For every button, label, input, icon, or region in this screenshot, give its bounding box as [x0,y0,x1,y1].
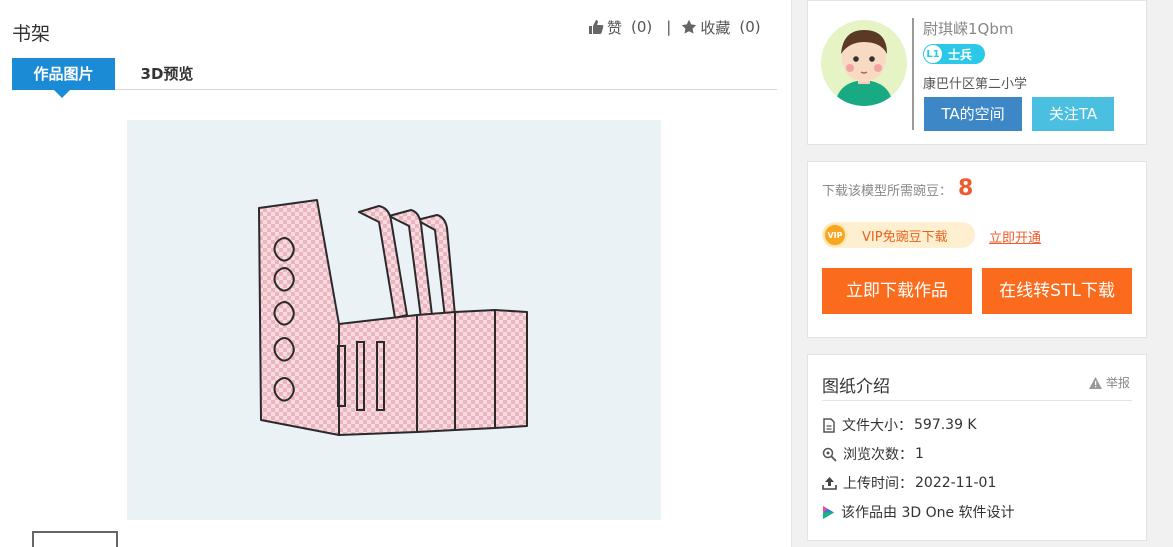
upload-date: 2022-11-01 [915,475,997,491]
upload-label: 上传时间： [843,476,913,492]
download-card: 下载该模型所需豌豆： 8 VIP VIP免豌豆下载 立即开通 立即下载作品 在线… [807,161,1147,338]
author-name[interactable]: 尉琪嵘1Qbm [923,18,1013,39]
follow-button[interactable]: 关注TA [1032,97,1114,131]
vip-text: VIP免豌豆下载 [862,229,948,245]
views-label: 浏览次数： [843,447,913,463]
file-size-row: 文件大小： 597.39 K [822,415,977,435]
avatar-cartoon-icon [835,30,893,106]
3d-one-logo-icon [823,505,834,519]
model-preview-image[interactable] [127,120,661,520]
upload-icon [822,477,837,490]
vip-icon: VIP [823,223,847,247]
software-text: 该作品由 3D One 软件设计 [841,505,1015,521]
author-card: 尉琪嵘1Qbm L1 士兵 康巴什区第二小学 TA的空间 关注TA [807,0,1147,145]
tab-images[interactable]: 作品图片 [12,58,115,98]
divider-line [912,18,914,130]
action-separator: | [666,18,672,36]
action-bar: 赞 (0) | 收藏 (0) [588,16,761,38]
favorite-button[interactable]: 收藏 (0) [681,17,761,38]
views-value: 1 [915,446,924,462]
open-vip-link[interactable]: 立即开通 [989,227,1041,246]
price-value: 8 [958,176,974,201]
star-icon [682,19,697,34]
price-row: 下载该模型所需豌豆： 8 [822,176,973,201]
report-link[interactable]: 举报 [1089,374,1130,391]
price-label: 下载该模型所需豌豆： [822,184,953,199]
convert-stl-button[interactable]: 在线转STL下载 [982,268,1132,314]
views-row: 浏览次数： 1 [822,444,924,464]
search-eye-icon [822,447,837,462]
intro-title: 图纸介绍 [822,377,890,397]
file-icon [823,417,835,433]
tab-3d-preview[interactable]: 3D预览 [127,58,207,90]
like-button[interactable]: 赞 (0) [588,17,652,38]
bookshelf-model-render [258,199,528,436]
file-size-label: 文件大小： [842,418,912,434]
like-label: 赞 [607,18,623,37]
rank-label: 士兵 [948,47,973,62]
avatar[interactable] [821,20,907,106]
level-icon: L1 [924,45,942,63]
intro-card: 图纸介绍 举报 文件大小： 597.39 K 浏览次数： 1 上传时间： 202… [807,354,1147,541]
page-title: 书架 [12,23,51,45]
like-count: (0) [631,18,653,36]
main-panel: 书架 赞 (0) | 收藏 (0) 作品图片 3D预览 [0,0,792,547]
favorite-count: (0) [739,18,761,36]
vip-banner[interactable]: VIP VIP免豌豆下载 [822,222,975,248]
download-button[interactable]: 立即下载作品 [822,268,972,314]
tab-bar: 作品图片 3D预览 [12,58,777,98]
level-badge: L1 士兵 [923,44,985,64]
warning-icon [1089,376,1102,389]
software-row: 该作品由 3D One 软件设计 [822,502,1015,522]
thumbs-up-icon [589,20,604,34]
favorite-label: 收藏 [700,18,731,37]
report-label: 举报 [1106,376,1131,390]
thumbnail-image[interactable] [32,531,118,547]
intro-divider [822,400,1132,401]
upload-row: 上传时间： 2022-11-01 [822,473,996,493]
visit-space-button[interactable]: TA的空间 [924,97,1022,131]
author-school: 康巴什区第二小学 [923,77,1028,92]
file-size-value: 597.39 K [914,417,977,433]
